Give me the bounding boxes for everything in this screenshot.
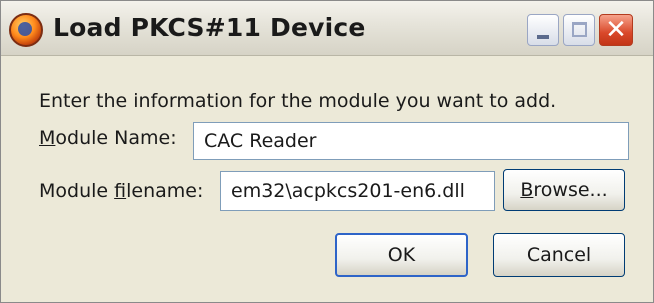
maximize-button[interactable] bbox=[563, 14, 595, 46]
ok-button[interactable]: OK bbox=[335, 233, 468, 277]
minimize-icon bbox=[537, 35, 549, 39]
maximize-icon bbox=[572, 22, 587, 37]
module-filename-input[interactable]: em32\acpkcs201-en6.dll bbox=[220, 171, 495, 211]
dialog-window: Load PKCS#11 Device ✕ Enter the informat… bbox=[0, 0, 654, 303]
instructions-text: Enter the information for the module you… bbox=[39, 90, 557, 112]
module-name-label: Module Name: bbox=[39, 127, 177, 149]
module-name-input[interactable]: CAC Reader bbox=[193, 122, 629, 160]
browse-button[interactable]: Browse... bbox=[503, 169, 625, 211]
window-title: Load PKCS#11 Device bbox=[53, 13, 366, 42]
cancel-button[interactable]: Cancel bbox=[493, 233, 625, 277]
module-filename-label: Module filename: bbox=[39, 180, 204, 202]
minimize-button[interactable] bbox=[527, 14, 559, 46]
close-button[interactable]: ✕ bbox=[599, 14, 633, 46]
close-icon: ✕ bbox=[605, 15, 627, 45]
title-bar[interactable]: Load PKCS#11 Device ✕ bbox=[1, 1, 653, 56]
firefox-icon bbox=[9, 13, 43, 47]
